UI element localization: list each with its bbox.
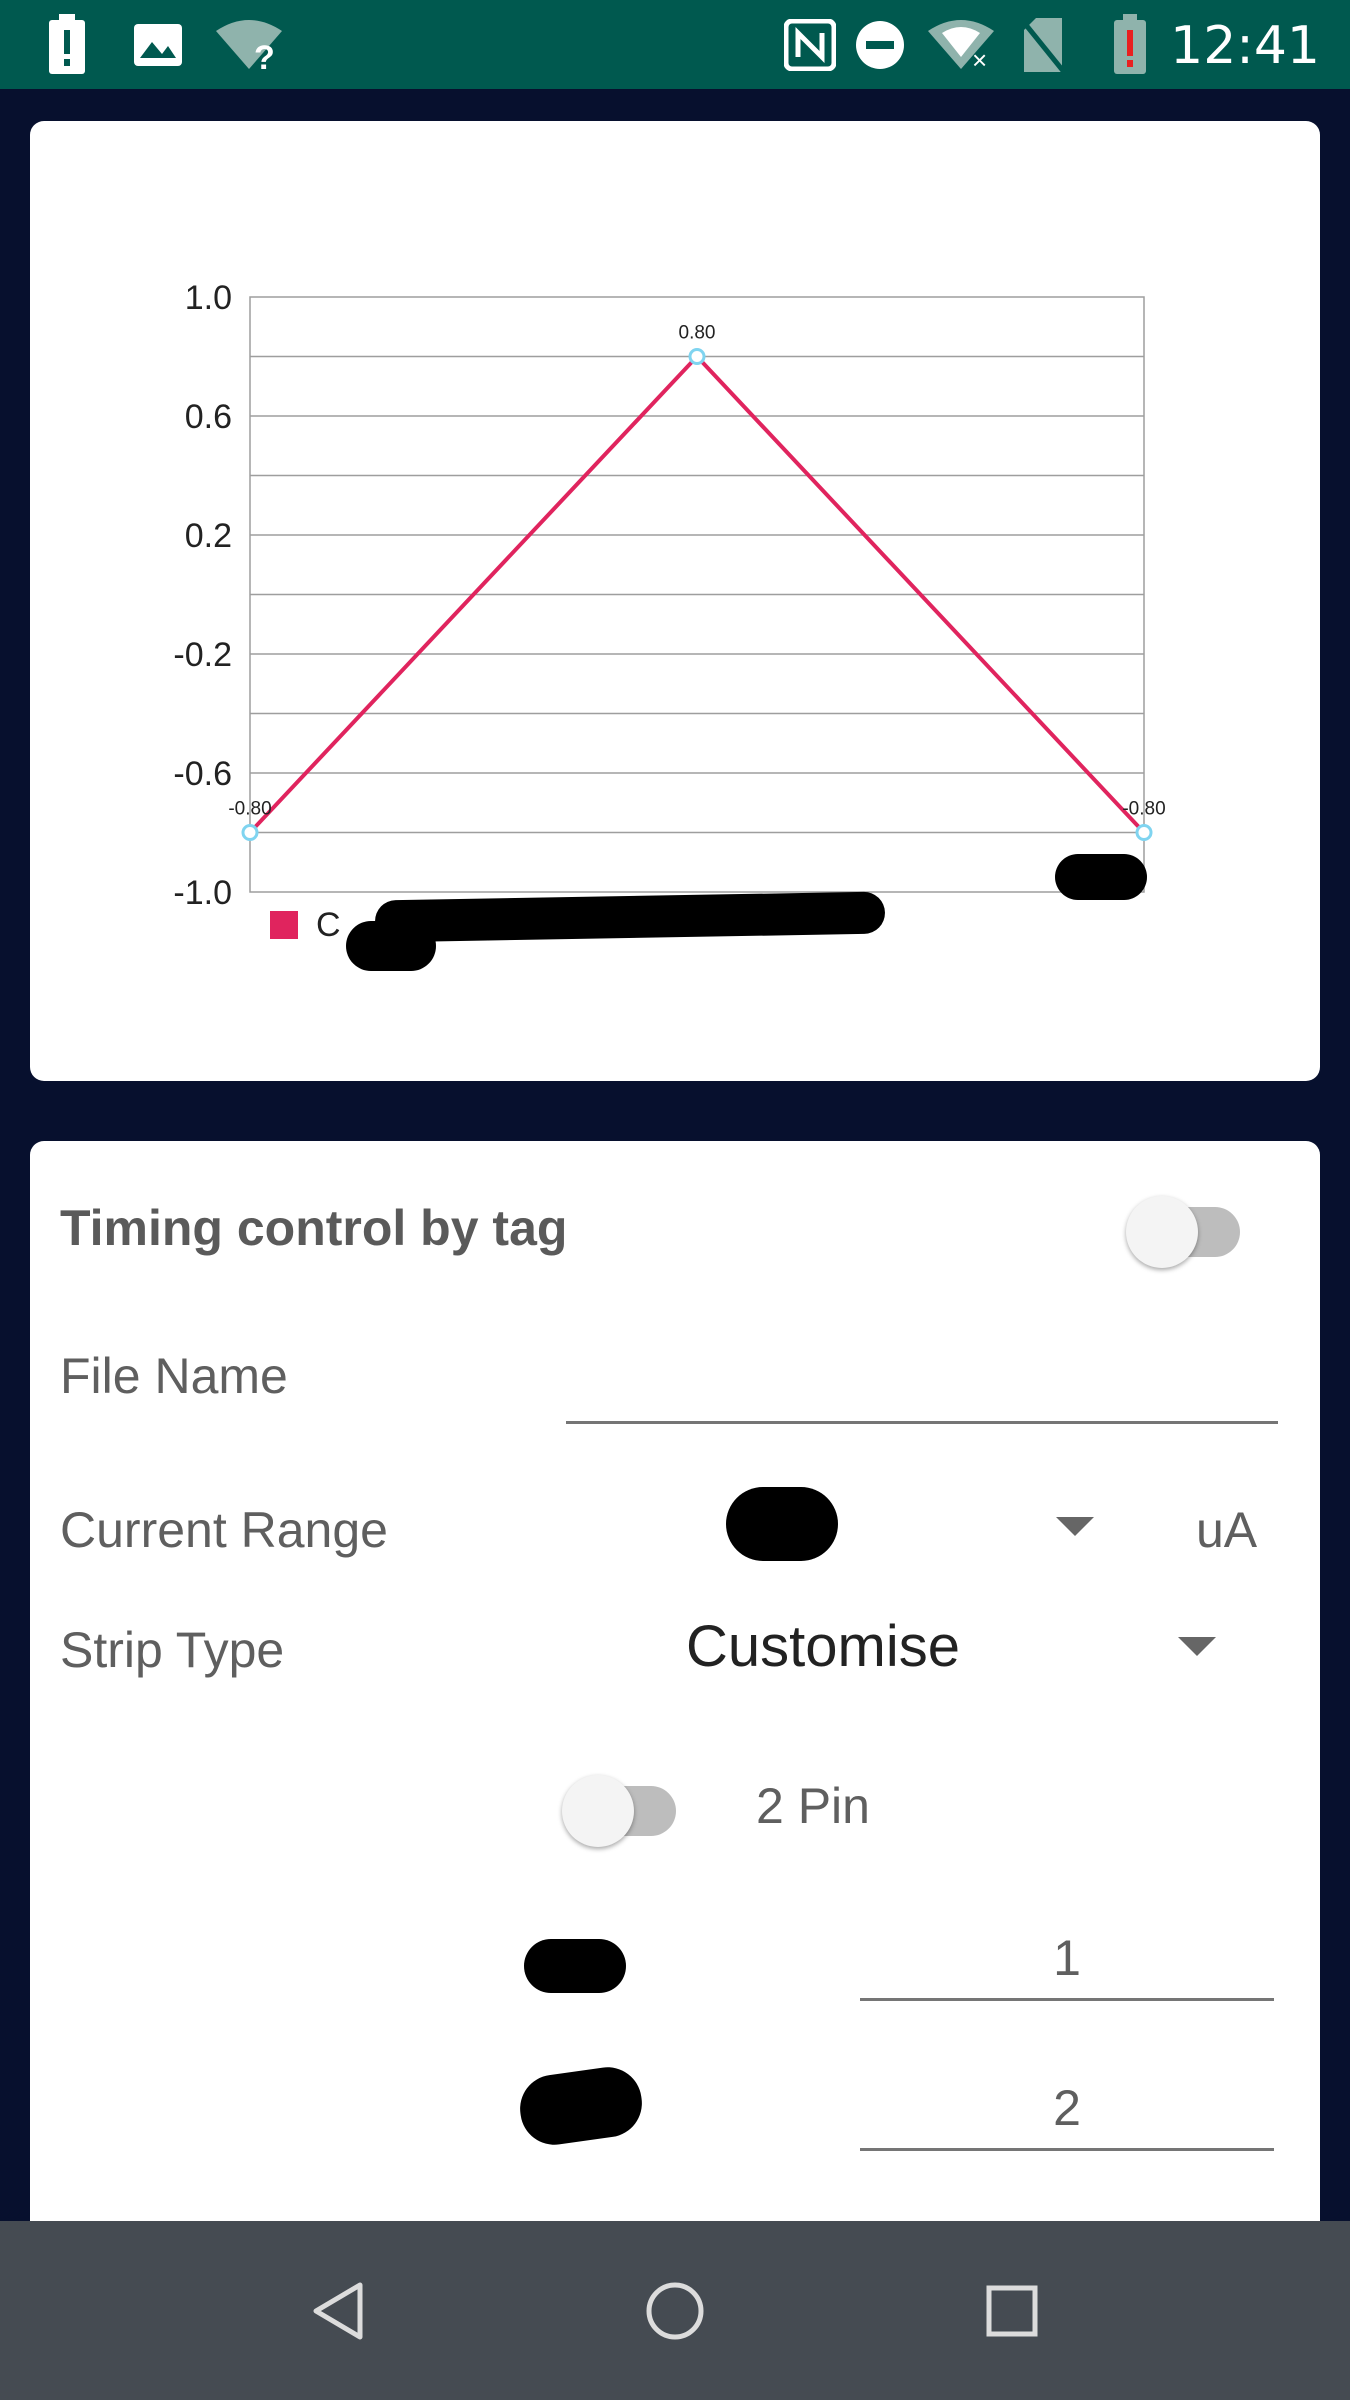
y-tick-label: 1.0	[185, 279, 232, 317]
current-range-unit: uA	[1196, 1502, 1258, 1558]
battery-alert-icon	[1110, 0, 1150, 89]
redaction-corner	[1055, 854, 1147, 900]
wifi-unknown-icon: ?	[214, 0, 284, 89]
y-tick-label: 0.2	[185, 517, 232, 555]
file-name-label: File Name	[60, 1348, 288, 1404]
timing-control-label: Timing control by tag	[60, 1200, 568, 1256]
legend-label: C	[316, 906, 341, 944]
recents-icon[interactable]	[952, 2221, 1072, 2400]
field2-value[interactable]: 2	[860, 2079, 1274, 2137]
strip-type-label: Strip Type	[60, 1622, 285, 1678]
redaction-current-range	[726, 1487, 838, 1561]
wifi-off-icon: ×	[926, 0, 996, 89]
data-label: 0.80	[679, 323, 716, 344]
current-range-label: Current Range	[60, 1502, 388, 1558]
strip-type-select[interactable]: Customise	[686, 1601, 1266, 1701]
strip-type-value: Customise	[686, 1614, 960, 1679]
y-tick-label: -0.6	[173, 755, 232, 793]
redaction-field1-label	[524, 1939, 626, 1993]
data-label: -0.80	[228, 799, 271, 820]
navigation-bar	[0, 2221, 1350, 2400]
status-bar: ? × 12:41	[0, 0, 1350, 89]
y-tick-label: -1.0	[173, 874, 232, 912]
current-range-select[interactable]	[690, 1481, 1140, 1581]
do-not-disturb-icon	[852, 0, 908, 89]
legend-swatch	[270, 911, 298, 939]
chart-card: 1.0 0.6 0.2 -0.2 -0.6 -1.0 -0.80 0.80 -0.80 C	[30, 121, 1320, 1081]
redaction-legend	[374, 891, 886, 943]
redaction-field2-label	[515, 2062, 647, 2150]
home-icon[interactable]	[615, 2221, 735, 2400]
file-name-input[interactable]	[566, 1331, 1278, 1424]
field2-underline	[860, 2148, 1274, 2151]
two-pin-toggle[interactable]	[562, 1763, 692, 1847]
y-tick-label: -0.2	[173, 636, 232, 674]
toggle-thumb	[1126, 1196, 1198, 1268]
toggle-thumb	[562, 1775, 634, 1847]
alert-icon	[44, 0, 90, 89]
clock: 12:41	[1170, 16, 1320, 76]
data-point	[688, 348, 706, 365]
chevron-down-icon	[1056, 1517, 1094, 1536]
two-pin-label: 2 Pin	[756, 1778, 870, 1834]
nfc-icon	[782, 0, 838, 89]
wifi-unknown-glyph: ?	[254, 39, 275, 71]
redaction-legend-tail	[346, 921, 436, 971]
timing-control-toggle[interactable]	[1126, 1184, 1256, 1268]
back-icon[interactable]	[278, 2221, 398, 2400]
svg-text:×: ×	[972, 45, 987, 71]
no-sim-icon	[1018, 0, 1068, 89]
chevron-down-icon	[1178, 1637, 1216, 1656]
field1-underline	[860, 1998, 1274, 2001]
data-point	[241, 824, 259, 841]
field1-value[interactable]: 1	[860, 1929, 1274, 1987]
y-tick-label: 0.6	[185, 398, 232, 436]
image-icon	[130, 0, 186, 89]
data-label: -0.80	[1122, 799, 1165, 820]
data-point	[1135, 824, 1153, 841]
settings-card: Timing control by tag File Name Current …	[30, 1141, 1320, 2241]
